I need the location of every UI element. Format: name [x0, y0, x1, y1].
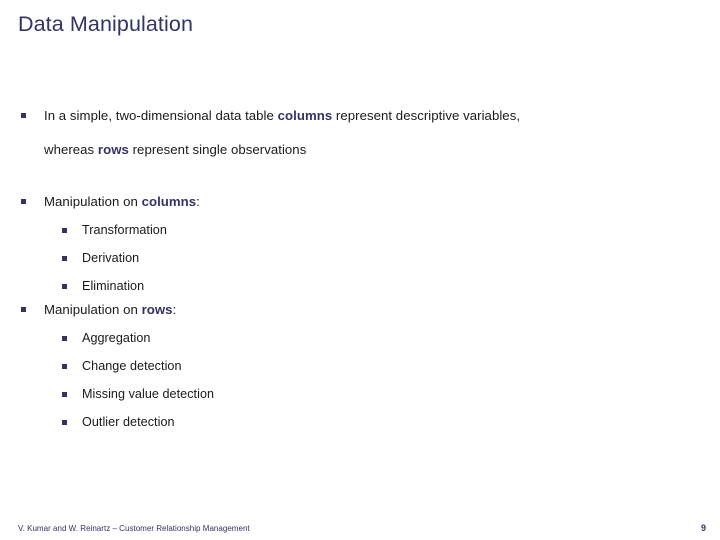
sub-bullet-aggregation: Aggregation — [0, 327, 720, 350]
intro-line1-keyword: columns — [277, 108, 333, 123]
sub-bullet-label: Derivation — [82, 251, 140, 265]
rows-heading-pre: Manipulation on — [44, 302, 142, 317]
sub-bullet-label: Aggregation — [82, 331, 151, 345]
intro-line1-post: represent descriptive variables, — [332, 108, 521, 123]
square-bullet-icon — [21, 199, 26, 204]
sub-bullet-transformation: Transformation — [0, 219, 720, 242]
slide-body: In a simple, two-dimensional data table … — [0, 104, 720, 434]
sub-bullet-label: Missing value detection — [82, 387, 215, 401]
slide-canvas: Data Manipulation In a simple, two-dimen… — [0, 0, 720, 540]
rows-heading-keyword: rows — [141, 302, 173, 317]
page-number: 9 — [700, 523, 706, 533]
square-bullet-icon — [62, 364, 67, 369]
intro-line2-keyword: rows — [97, 142, 129, 157]
sub-bullet-label: Elimination — [82, 279, 145, 293]
square-bullet-icon — [62, 392, 67, 397]
bullet-manipulation-on-rows: Manipulation on rows: — [0, 298, 720, 322]
sub-bullet-change-detection: Change detection — [0, 355, 720, 378]
sub-bullet-elimination: Elimination — [0, 275, 720, 298]
sub-bullet-label: Transformation — [82, 223, 167, 237]
footer-credit: V. Kumar and W. Reinartz – Customer Rela… — [18, 524, 250, 533]
square-bullet-icon — [62, 420, 67, 425]
page-title: Data Manipulation — [18, 12, 194, 36]
columns-heading-post: : — [196, 194, 200, 209]
square-bullet-icon — [62, 284, 67, 289]
sub-bullet-label: Change detection — [82, 359, 182, 373]
sub-bullet-label: Outlier detection — [82, 415, 175, 429]
intro-line2-post: represent single observations — [128, 142, 307, 157]
columns-heading-pre: Manipulation on — [44, 194, 142, 209]
square-bullet-icon — [62, 256, 67, 261]
square-bullet-icon — [62, 336, 67, 341]
square-bullet-icon — [62, 228, 67, 233]
sub-bullet-outlier-detection: Outlier detection — [0, 411, 720, 434]
bullet-intro-line1: In a simple, two-dimensional data table … — [0, 104, 720, 128]
sub-bullet-missing-value-detection: Missing value detection — [0, 383, 720, 406]
bullet-manipulation-on-columns: Manipulation on columns: — [0, 190, 720, 214]
rows-heading-post: : — [172, 302, 177, 317]
bullet-intro-line2: whereas rows represent single observatio… — [0, 138, 720, 162]
square-bullet-icon — [21, 307, 26, 312]
columns-heading-keyword: columns — [141, 194, 197, 209]
sub-bullet-derivation: Derivation — [0, 247, 720, 270]
intro-line1-pre: In a simple, two-dimensional data table — [44, 108, 278, 123]
intro-line2-pre: whereas — [44, 142, 98, 157]
square-bullet-icon — [21, 113, 26, 118]
